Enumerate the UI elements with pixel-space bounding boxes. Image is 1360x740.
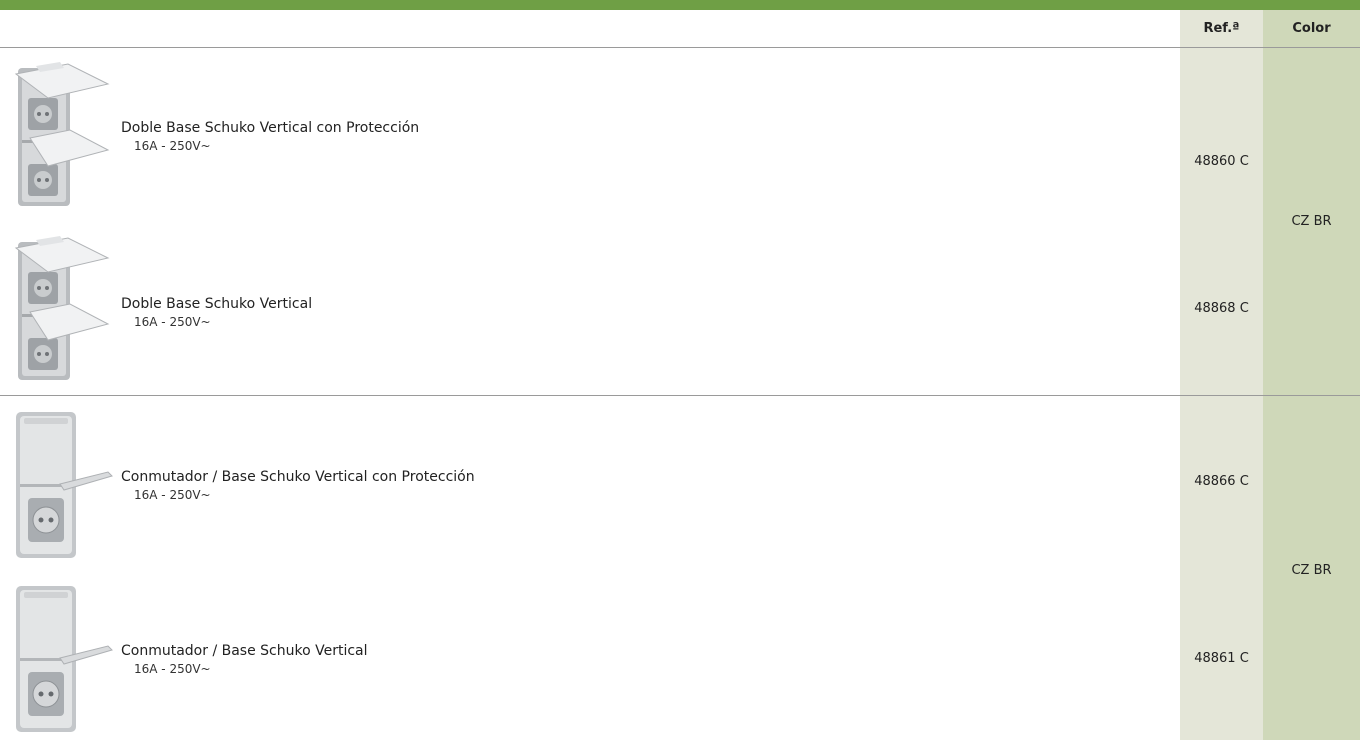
- product-color: CZ BR: [1291, 214, 1332, 229]
- color-column-header: Color: [1292, 21, 1331, 36]
- product-spec: 16A - 250V~: [134, 662, 211, 676]
- double-socket-lid-icon: [14, 236, 110, 380]
- product-name: Conmutador / Base Schuko Vertical: [121, 643, 368, 659]
- ref-column-header: Ref.ª: [1203, 21, 1240, 36]
- group-divider: [0, 395, 1360, 396]
- product-spec: 16A - 250V~: [134, 315, 211, 329]
- product-spec: 16A - 250V~: [134, 488, 211, 502]
- header-band: [0, 0, 1360, 10]
- product-ref: 48866 C: [1194, 474, 1249, 489]
- product-name: Doble Base Schuko Vertical con Protecció…: [121, 120, 420, 136]
- double-socket-lid-icon: [14, 62, 110, 206]
- product-name: Doble Base Schuko Vertical: [121, 296, 313, 312]
- color-column: [1263, 10, 1360, 740]
- product-ref: 48860 C: [1194, 154, 1249, 169]
- product-ref: 48868 C: [1194, 301, 1249, 316]
- product-name: Conmutador / Base Schuko Vertical con Pr…: [121, 469, 475, 485]
- product-color: CZ BR: [1291, 563, 1332, 578]
- product-spec: 16A - 250V~: [134, 139, 211, 153]
- header-divider: [0, 47, 1360, 48]
- product-ref: 48861 C: [1194, 651, 1249, 666]
- switch-socket-icon: [16, 586, 113, 732]
- switch-socket-icon: [16, 412, 113, 558]
- ref-column: [1180, 10, 1263, 740]
